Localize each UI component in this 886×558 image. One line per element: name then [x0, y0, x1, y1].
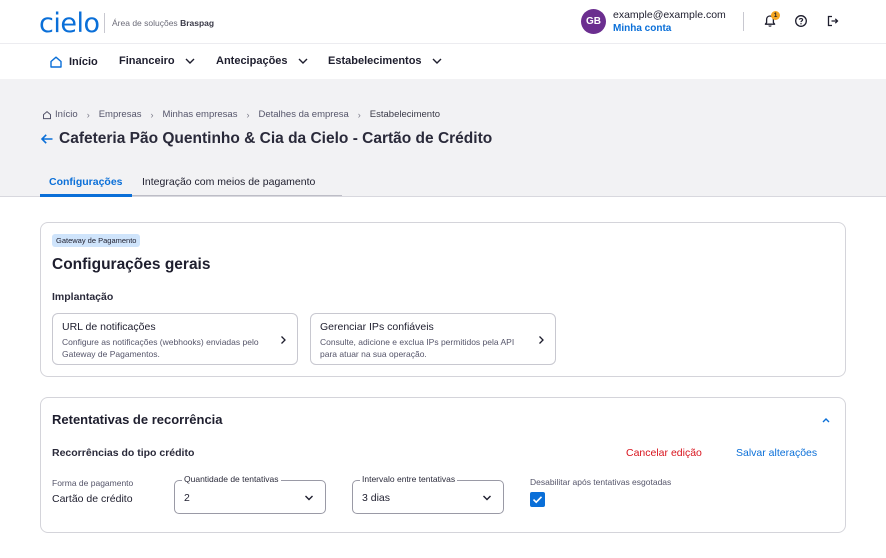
attempts-select[interactable]: Quantidade de tentativas 2: [174, 474, 326, 514]
avatar[interactable]: GB: [581, 9, 606, 34]
cielo-logo[interactable]: cielo: [39, 8, 100, 39]
area-subtitle-brand: Braspag: [180, 18, 215, 28]
chevron-down-icon: [483, 495, 491, 501]
trusted-ips-card[interactable]: Gerenciar IPs confiáveis Consulte, adici…: [310, 313, 556, 365]
nav-item-estabelecimentos[interactable]: Estabelecimentos: [328, 55, 443, 67]
payment-method-value: Cartão de crédito: [52, 493, 133, 505]
top-bar: cielo Área de soluções Braspag GB exampl…: [0, 0, 886, 44]
implantacao-label: Implantação: [52, 291, 114, 303]
chevron-up-icon[interactable]: [820, 416, 832, 424]
breadcrumb-item-minhas-empresas[interactable]: Minhas empresas: [162, 109, 237, 120]
chevron-right-icon: ›: [246, 109, 250, 120]
chevron-down-icon: [185, 58, 195, 64]
main-nav: Início Financeiro Antecipações Estabelec…: [0, 44, 886, 79]
help-icon[interactable]: [794, 14, 808, 28]
notification-url-title: URL de notificações: [62, 321, 156, 333]
interval-value: 3 dias: [362, 492, 391, 504]
breadcrumb-item-estabelecimento: Estabelecimento: [369, 109, 441, 120]
home-icon: [43, 110, 51, 119]
notification-badge: 1: [771, 11, 780, 20]
user-email: example@example.com: [613, 9, 726, 21]
payment-method-label: Forma de pagamento: [52, 478, 134, 488]
interval-legend: Intervalo entre tentativas: [360, 474, 458, 484]
nav-item-label: Antecipações: [216, 55, 288, 67]
trusted-ips-description: Consulte, adicione e exclua IPs permitid…: [320, 337, 515, 359]
retry-title: Retentativas de recorrência: [52, 412, 223, 427]
nav-item-antecipacoes[interactable]: Antecipações: [216, 55, 309, 67]
area-subtitle: Área de soluções Braspag: [112, 18, 214, 28]
attempts-value: 2: [184, 492, 190, 504]
chevron-down-icon: [432, 58, 442, 64]
chevron-right-icon: ›: [86, 109, 90, 120]
general-settings-title: Configurações gerais: [52, 256, 211, 273]
breadcrumb-item-inicio[interactable]: Início: [42, 109, 78, 120]
retry-subtitle: Recorrências do tipo crédito: [52, 447, 195, 459]
chevron-right-icon: [539, 336, 544, 344]
account-link[interactable]: Minha conta: [613, 23, 671, 34]
page-title: Cafeteria Pão Quentinho & Cia da Cielo -…: [59, 130, 493, 147]
chevron-down-icon: [298, 58, 308, 64]
notification-url-card[interactable]: URL de notificações Configure as notific…: [52, 313, 298, 365]
disable-after-label: Desabilitar após tentativas esgotadas: [530, 477, 672, 487]
chevron-right-icon: [281, 336, 286, 344]
cancel-edit-button[interactable]: Cancelar edição: [626, 447, 702, 459]
breadcrumb-label: Início: [55, 109, 78, 120]
chevron-down-icon: [305, 495, 313, 501]
header-divider: [743, 12, 744, 31]
home-icon: [50, 56, 62, 68]
nav-item-label: Estabelecimentos: [328, 55, 422, 67]
nav-item-label: Financeiro: [119, 55, 175, 67]
tab-integracao[interactable]: Integração com meios de pagamento: [142, 176, 315, 188]
breadcrumb: Início › Empresas › Minhas empresas › De…: [42, 109, 440, 120]
breadcrumb-item-detalhes[interactable]: Detalhes da empresa: [258, 109, 348, 120]
interval-select[interactable]: Intervalo entre tentativas 3 dias: [352, 474, 504, 514]
chevron-right-icon: ›: [150, 109, 154, 120]
logout-icon[interactable]: [826, 14, 840, 28]
tab-configuracoes[interactable]: Configurações: [49, 176, 123, 188]
logo-divider: [104, 13, 105, 33]
check-icon: [532, 496, 543, 504]
nav-item-inicio[interactable]: Início: [49, 55, 98, 69]
gateway-chip: Gateway de Pagamento: [52, 234, 141, 247]
chevron-right-icon: ›: [357, 109, 361, 120]
attempts-legend: Quantidade de tentativas: [182, 474, 281, 484]
active-tab-indicator: [40, 194, 132, 197]
disable-after-checkbox[interactable]: [530, 492, 545, 507]
nav-item-financeiro[interactable]: Financeiro: [119, 55, 196, 67]
tab-divider: [132, 195, 342, 196]
trusted-ips-title: Gerenciar IPs confiáveis: [320, 321, 434, 333]
area-subtitle-prefix: Área de soluções: [112, 18, 178, 28]
notification-url-description: Configure as notificações (webhooks) env…: [62, 337, 259, 359]
save-changes-button[interactable]: Salvar alterações: [736, 447, 817, 459]
back-arrow-icon[interactable]: [40, 133, 54, 145]
nav-item-label: Início: [69, 56, 98, 68]
breadcrumb-item-empresas[interactable]: Empresas: [99, 109, 142, 120]
